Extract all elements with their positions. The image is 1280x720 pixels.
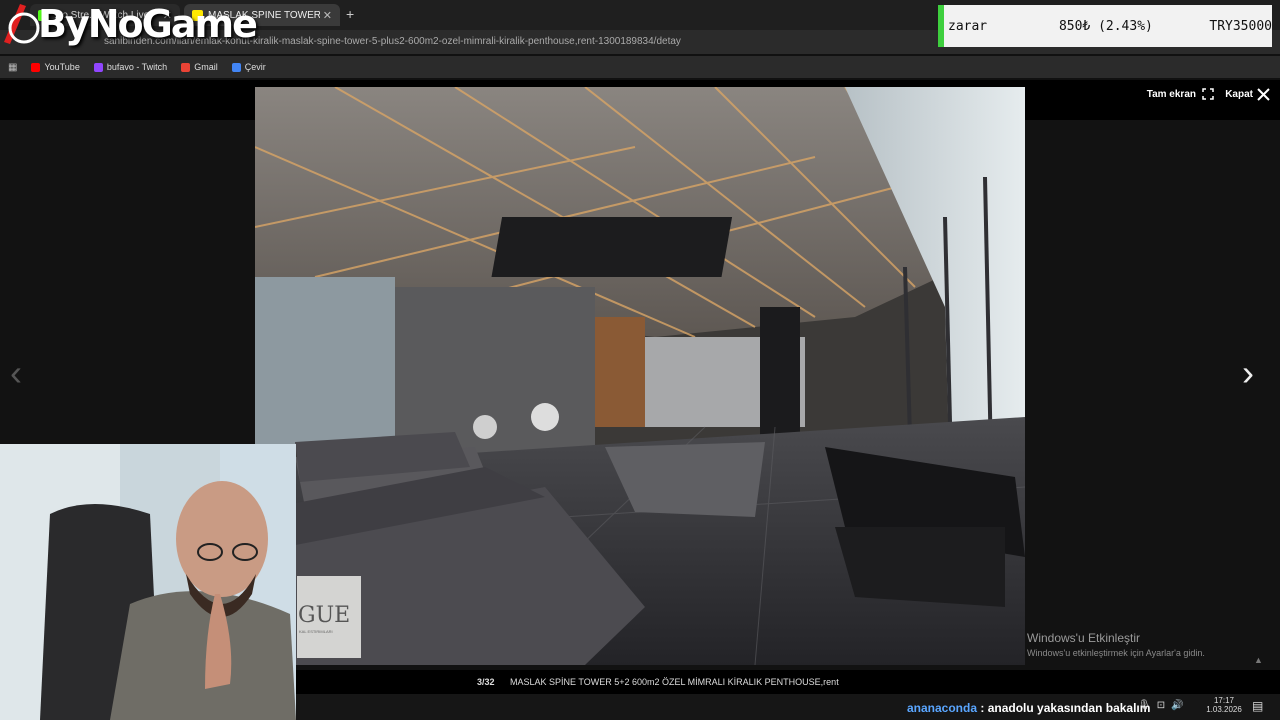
- bookmark-twitch[interactable]: bufavo - Twitch: [93, 62, 168, 72]
- fullscreen-button[interactable]: Tam ekran: [1147, 88, 1214, 100]
- translate-icon: [231, 62, 241, 72]
- ticker-label: zarar: [948, 18, 988, 34]
- network-icon[interactable]: ⊡: [1157, 700, 1165, 711]
- chat-message: ananaconda : anadolu yakasından bakalım: [907, 701, 1150, 715]
- scroll-up-icon[interactable]: ▲: [1254, 655, 1263, 665]
- photo-counter: 3/32: [477, 677, 495, 687]
- clock-time: 17:17: [1213, 696, 1235, 705]
- sponsor-text: GUE: [298, 603, 351, 628]
- clock-date: 1.03.2026: [1206, 705, 1242, 714]
- bookmark-label: Çevir: [244, 62, 266, 72]
- sponsor-small-text: KAL ESTIRIMLARI: [299, 629, 333, 634]
- bookmark-label: bufavo - Twitch: [106, 62, 168, 72]
- windows-activation-subtitle: Windows'u etkinleştirmek için Ayarlar'a …: [1027, 648, 1205, 658]
- bookmark-translate[interactable]: Çevir: [231, 62, 266, 72]
- webcam-feed: [0, 444, 296, 720]
- previous-photo-button[interactable]: ‹: [10, 352, 22, 394]
- system-tray: 🎙 ⊡ 🔊: [1138, 700, 1184, 711]
- bookmark-label: YouTube: [44, 62, 80, 72]
- twitch-icon: [93, 62, 103, 72]
- notifications-icon[interactable]: ▤: [1252, 699, 1263, 713]
- next-photo-button[interactable]: ›: [1242, 352, 1254, 394]
- bookmark-label: Gmail: [194, 62, 218, 72]
- apps-grid-icon[interactable]: ▦: [8, 62, 17, 73]
- loss-ticker: zarar 850₺ (2.43%) TRY35000: [938, 5, 1272, 47]
- close-icon: [1257, 88, 1270, 101]
- photo-title: MASLAK SPİNE TOWER 5+2 600m2 ÖZEL MİMRAL…: [510, 677, 839, 687]
- ticker-total: TRY35000: [1209, 18, 1272, 34]
- bookmark-youtube[interactable]: YouTube: [31, 62, 80, 72]
- chat-text: : anadolu yakasından bakalım: [980, 701, 1151, 715]
- streamer-webcam-image: [0, 444, 296, 720]
- chat-username: ananaconda: [907, 701, 978, 715]
- volume-icon[interactable]: 🔊: [1171, 700, 1183, 711]
- windows-activation-title: Windows'u Etkinleştir: [1027, 631, 1140, 645]
- bookmark-gmail[interactable]: Gmail: [181, 62, 218, 72]
- fullscreen-label: Tam ekran: [1146, 88, 1196, 100]
- channel-logo: ByNoGame: [38, 2, 258, 46]
- taskbar-clock[interactable]: 17:17 1.03.2026: [1204, 696, 1244, 714]
- ticker-value: 850₺ (2.43%): [1058, 18, 1153, 34]
- gmail-icon: [181, 62, 191, 72]
- close-label: Kapat: [1225, 89, 1253, 100]
- penthouse-interior-photo: [255, 87, 1025, 665]
- bookmarks-bar: ▦ YouTube bufavo - Twitch Gmail Çevir: [0, 56, 1280, 78]
- listing-photo: [255, 87, 1025, 665]
- youtube-icon: [31, 62, 41, 72]
- new-tab-button[interactable]: +: [346, 6, 354, 22]
- microphone-icon[interactable]: 🎙: [1138, 700, 1151, 711]
- close-tab-icon[interactable]: ✕: [323, 9, 332, 22]
- close-button[interactable]: Kapat: [1225, 88, 1270, 101]
- bynogame-logo-icon: [4, 4, 40, 44]
- fullscreen-icon: [1202, 88, 1214, 100]
